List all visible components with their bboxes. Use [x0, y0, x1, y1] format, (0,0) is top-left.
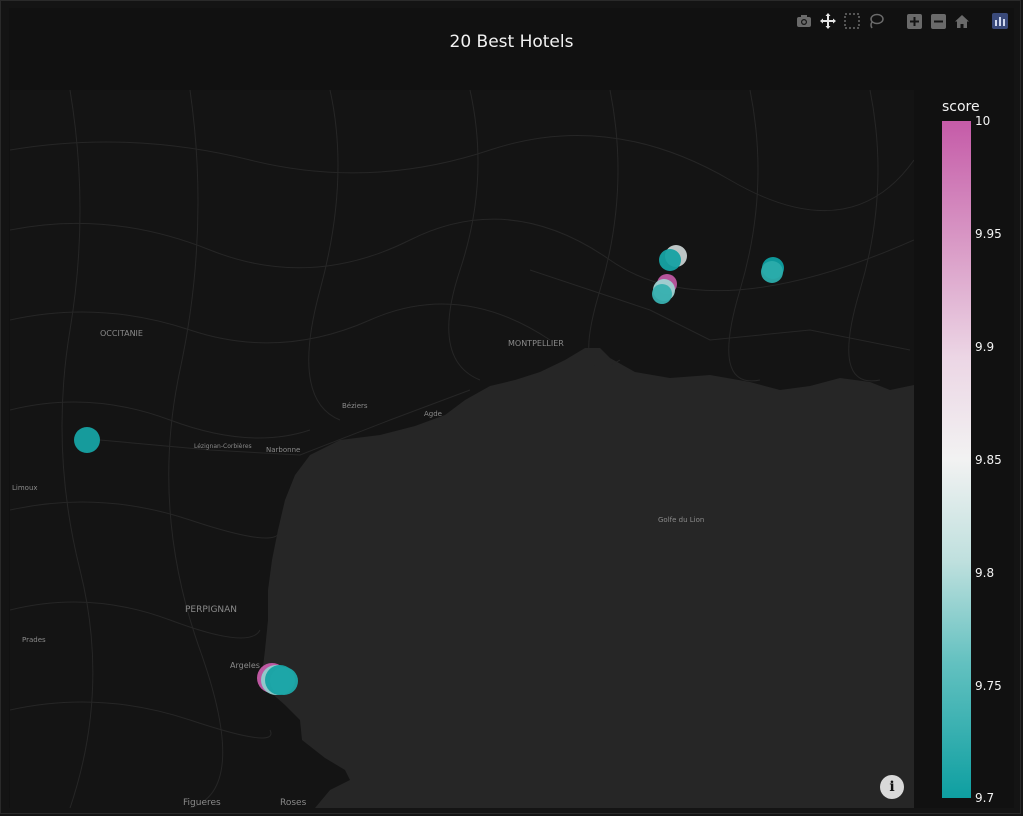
modebar	[795, 12, 1009, 30]
colorbar-tick: 9.8	[975, 566, 995, 580]
reset-view-icon[interactable]	[953, 12, 971, 30]
hotel-marker[interactable]	[270, 667, 298, 695]
colorbar-tick: 9.95	[975, 227, 1002, 241]
hotel-marker[interactable]	[659, 249, 681, 271]
label-golfe: Golfe du Lion	[658, 516, 704, 524]
zoom-out-icon[interactable]	[929, 12, 947, 30]
colorbar-tick: 9.85	[975, 453, 1002, 467]
label-lezignan: Lézignan-Corbières	[194, 443, 252, 450]
colorbar-title: score	[942, 99, 980, 115]
hotel-marker[interactable]	[74, 427, 100, 453]
map-view[interactable]: OCCITANIE MONTPELLIER PERPIGNAN Figueres…	[10, 90, 914, 808]
label-narbonne: Narbonne	[266, 446, 300, 454]
label-agde: Agde	[424, 410, 442, 418]
plotly-logo-icon[interactable]	[991, 12, 1009, 30]
box-select-icon[interactable]	[843, 12, 861, 30]
colorbar-tick: 10	[975, 114, 991, 128]
pan-icon[interactable]	[819, 12, 837, 30]
basemap: OCCITANIE MONTPELLIER PERPIGNAN Figueres…	[10, 90, 914, 808]
colorbar-tick: 9.9	[975, 340, 995, 354]
colorbar-tick: 9.7	[975, 791, 995, 805]
label-limoux: Limoux	[12, 484, 38, 492]
label-occitanie: OCCITANIE	[100, 329, 143, 338]
label-argeles: Argeles	[230, 661, 260, 670]
label-roses: Roses	[280, 798, 307, 808]
label-beziers: Béziers	[342, 402, 368, 410]
label-prades: Prades	[22, 636, 46, 644]
label-montpellier: MONTPELLIER	[508, 339, 564, 348]
chart-title: 20 Best Hotels	[449, 32, 574, 52]
label-perpignan: PERPIGNAN	[185, 605, 237, 615]
hotel-marker[interactable]	[761, 261, 783, 283]
colorbar	[942, 121, 971, 798]
label-figueres: Figueres	[183, 798, 221, 808]
lasso-select-icon[interactable]	[867, 12, 885, 30]
info-icon[interactable]: i	[880, 775, 904, 799]
colorbar-tick: 9.75	[975, 679, 1002, 693]
zoom-in-icon[interactable]	[905, 12, 923, 30]
hotel-marker[interactable]	[652, 284, 672, 304]
camera-icon[interactable]	[795, 12, 813, 30]
